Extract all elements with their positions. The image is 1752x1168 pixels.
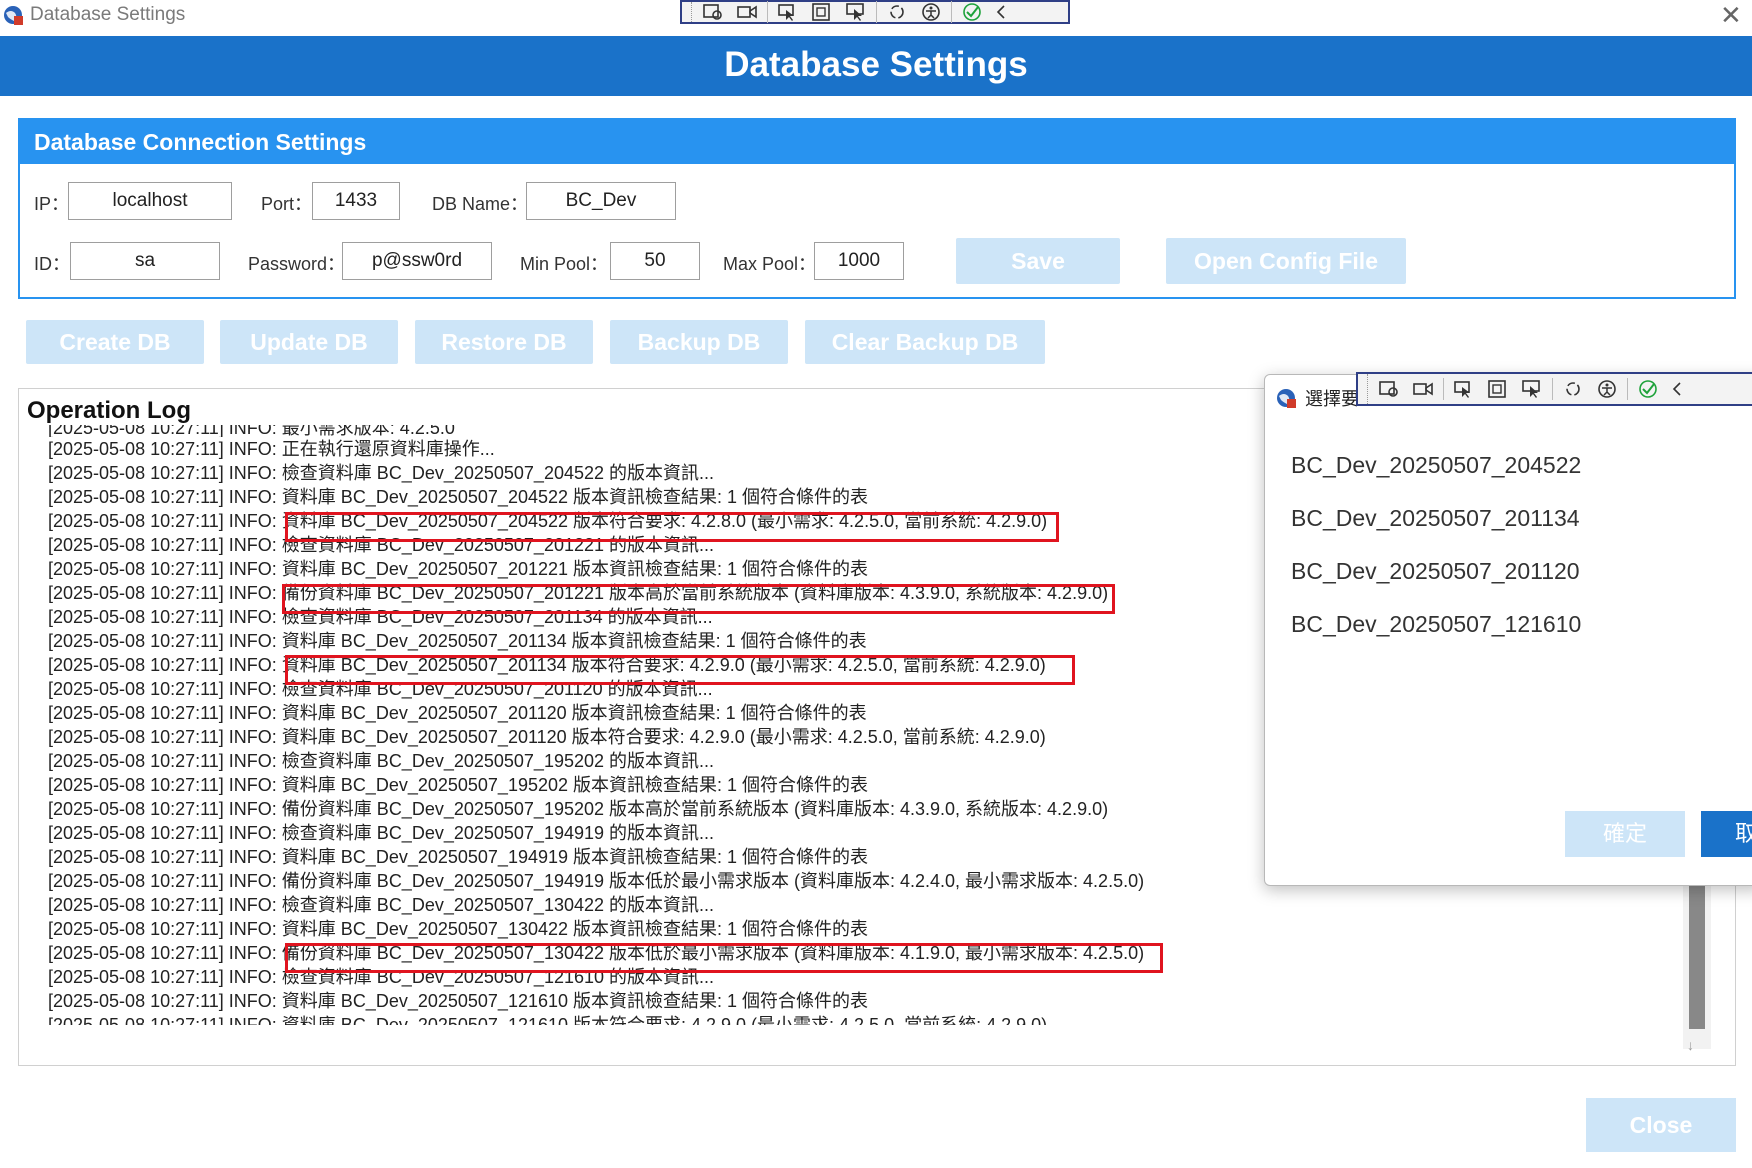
connection-settings-panel: Database Connection Settings IP： localho… <box>18 118 1736 299</box>
hot-reload-icon[interactable] <box>1556 375 1590 403</box>
toolbar-separator <box>1443 378 1444 400</box>
dialog-title: 選擇要 <box>1305 389 1359 409</box>
id-label: ID： <box>34 254 70 274</box>
dbname-input[interactable]: BC_Dev <box>526 182 676 220</box>
accessibility-icon[interactable] <box>914 0 948 26</box>
minpool-label: Min Pool： <box>520 254 609 274</box>
close-button[interactable]: Close <box>1586 1098 1736 1152</box>
id-input[interactable]: sa <box>70 242 220 280</box>
update-db-button[interactable]: Update DB <box>220 320 398 364</box>
log-scrollbar-thumb[interactable] <box>1689 879 1705 1029</box>
maxpool-input[interactable]: 1000 <box>814 242 904 280</box>
dbname-label: DB Name： <box>432 194 529 214</box>
log-line: [2025-05-08 10:27:11] INFO: 資料庫 BC_Dev_2… <box>48 991 869 1011</box>
collapse-chevron-icon[interactable] <box>989 0 1013 26</box>
backup-select-dialog: 選擇要 BC_Dev_20250507_204522 BC_Dev_202505… <box>1264 374 1752 886</box>
open-config-file-button[interactable]: Open Config File <box>1166 238 1406 284</box>
toolbar-separator <box>876 1 877 23</box>
backup-list[interactable]: BC_Dev_20250507_204522 BC_Dev_20250507_2… <box>1291 439 1581 651</box>
select-element-icon[interactable] <box>1372 375 1406 403</box>
accessibility-icon[interactable] <box>1590 375 1624 403</box>
scroll-down-arrow-icon[interactable]: ↓ <box>1687 1037 1694 1053</box>
dialog-cancel-button[interactable]: 取 <box>1701 811 1752 857</box>
track-focus-icon[interactable] <box>839 0 873 26</box>
collapse-chevron-icon[interactable] <box>1665 375 1689 403</box>
toolbar-separator <box>767 1 768 23</box>
layout-adorner-icon[interactable] <box>805 0 839 26</box>
dialog-globe-icon <box>1277 389 1296 408</box>
backup-list-item[interactable]: BC_Dev_20250507_204522 <box>1291 439 1581 492</box>
toolbar-separator <box>951 1 952 23</box>
pointer-select-icon[interactable] <box>771 0 805 26</box>
record-icon[interactable] <box>1406 375 1440 403</box>
ip-input[interactable]: localhost <box>68 182 232 220</box>
log-line: [2025-05-08 10:27:11] INFO: 資料庫 BC_Dev_2… <box>48 919 869 939</box>
connection-settings-header: Database Connection Settings <box>20 120 1734 164</box>
select-element-icon[interactable] <box>696 0 730 26</box>
port-label: Port： <box>261 194 313 214</box>
log-line: [2025-05-08 10:27:11] INFO: 備份資料庫 BC_Dev… <box>48 943 1145 963</box>
password-label: Password： <box>248 254 346 274</box>
password-input[interactable]: p@ssw0rd <box>342 242 492 280</box>
track-focus-icon[interactable] <box>1515 375 1549 403</box>
record-icon[interactable] <box>730 0 764 26</box>
dialog-ok-button[interactable]: 確定 <box>1565 811 1685 857</box>
window-close-icon[interactable]: ✕ <box>1720 2 1742 28</box>
toolbar-grip-icon[interactable] <box>1358 374 1368 404</box>
create-db-button[interactable]: Create DB <box>26 320 204 364</box>
window-title: Database Settings <box>30 4 186 25</box>
backup-db-button[interactable]: Backup DB <box>610 320 788 364</box>
port-input[interactable]: 1433 <box>312 182 400 220</box>
save-button[interactable]: Save <box>956 238 1120 284</box>
log-line: [2025-05-08 10:27:11] INFO: 資料庫 BC_Dev_2… <box>48 1015 1048 1025</box>
restore-db-button[interactable]: Restore DB <box>415 320 593 364</box>
backup-list-item[interactable]: BC_Dev_20250507_121610 <box>1291 598 1581 651</box>
pointer-select-icon[interactable] <box>1447 375 1481 403</box>
clear-backup-db-button[interactable]: Clear Backup DB <box>805 320 1045 364</box>
log-line: [2025-05-08 10:27:11] INFO: 檢查資料庫 BC_Dev… <box>48 967 715 987</box>
hot-reload-icon[interactable] <box>880 0 914 26</box>
app-globe-icon <box>4 6 23 25</box>
backup-list-item[interactable]: BC_Dev_20250507_201134 <box>1291 492 1581 545</box>
toolbar-separator <box>1552 378 1553 400</box>
maxpool-label: Max Pool： <box>723 254 817 274</box>
check-ok-icon[interactable] <box>955 0 989 26</box>
check-ok-icon[interactable] <box>1631 375 1665 403</box>
log-line: [2025-05-08 10:27:11] INFO: 檢查資料庫 BC_Dev… <box>48 895 715 915</box>
operation-log-title: Operation Log <box>27 397 191 424</box>
toolbar-grip-icon[interactable] <box>682 2 692 22</box>
toolbar-separator <box>1627 378 1628 400</box>
page-banner-title: Database Settings <box>0 36 1752 96</box>
backup-list-item[interactable]: BC_Dev_20250507_201120 <box>1291 545 1581 598</box>
layout-adorner-icon[interactable] <box>1481 375 1515 403</box>
debug-toolbar <box>680 0 1070 24</box>
ip-label: IP： <box>34 194 70 214</box>
minpool-input[interactable]: 50 <box>610 242 700 280</box>
dialog-debug-toolbar <box>1356 372 1752 406</box>
